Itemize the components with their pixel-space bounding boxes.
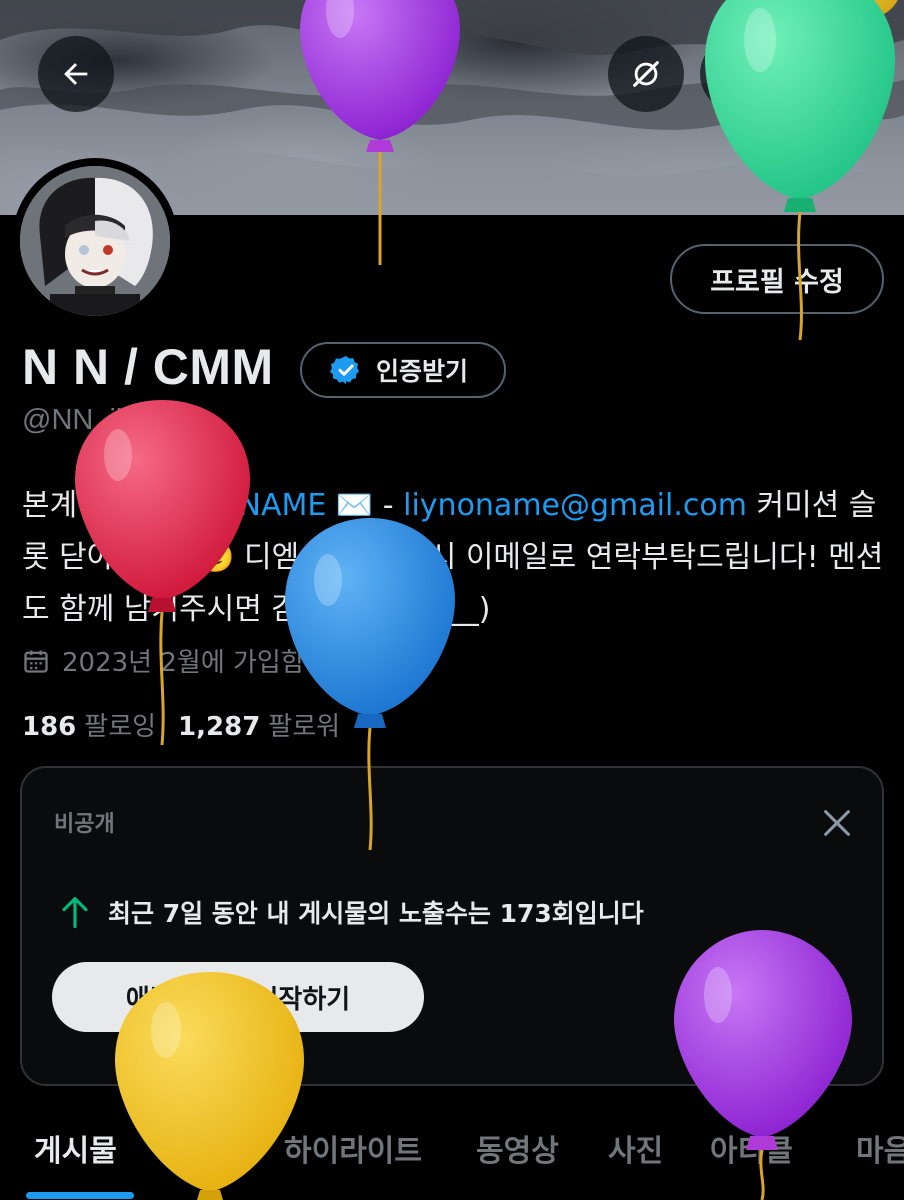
avatar-image xyxy=(20,166,170,316)
followers-link[interactable]: 1,287 팔로워 xyxy=(178,706,340,743)
tab-replies[interactable]: 답글 xyxy=(182,1126,237,1170)
search-icon xyxy=(725,61,753,89)
tab-likes[interactable]: 마음 xyxy=(856,1126,904,1170)
analytics-card: 비공개 최근 7일 동안 내 게시물의 노출수는 173회입니다 애널리틱스 시… xyxy=(20,766,884,1086)
grok-icon xyxy=(633,61,659,87)
active-tab-indicator xyxy=(26,1192,134,1199)
start-analytics-button[interactable]: 애널리틱스 시작하기 xyxy=(52,962,424,1032)
impressions-text: 최근 7일 동안 내 게시물의 노출수는 173회입니다 xyxy=(108,899,644,928)
username-handle: @NN_iiii xyxy=(22,404,136,436)
avatar[interactable] xyxy=(12,158,178,324)
verified-badge-icon xyxy=(330,356,359,384)
get-verified-button[interactable]: 인증받기 xyxy=(300,342,506,398)
tab-posts[interactable]: 게시물 xyxy=(34,1126,117,1170)
arrow-up-icon xyxy=(62,897,88,929)
bio-mention-link[interactable]: @NN_N0NAME xyxy=(107,488,326,523)
share-button[interactable] xyxy=(792,36,868,112)
profile-bio: 본계 - @NN_N0NAME ✉️ - liynoname@gmail.com… xyxy=(22,480,892,636)
join-date: 2023년 2월에 가입함 xyxy=(22,642,305,679)
share-icon xyxy=(817,59,843,87)
impressions-stat: 최근 7일 동안 내 게시물의 노출수는 173회입니다 xyxy=(60,894,644,930)
follow-stats: 186 팔로잉 1,287 팔로워 xyxy=(22,706,340,743)
arrow-left-icon xyxy=(64,63,88,85)
tab-photos[interactable]: 사진 xyxy=(608,1126,663,1170)
card-title: 비공개 xyxy=(54,812,115,837)
tab-videos[interactable]: 동영상 xyxy=(476,1126,559,1170)
bio-email-link[interactable]: liynoname@gmail.com xyxy=(403,488,747,523)
close-icon[interactable] xyxy=(820,806,854,840)
following-link[interactable]: 186 팔로잉 xyxy=(22,706,156,743)
bio-text: ✉️ - xyxy=(326,488,404,523)
profile-tabs: 게시물 답글 하이라이트 동영상 사진 아티클 마음 xyxy=(0,1112,904,1200)
join-date-text: 2023년 2월에 가입함 xyxy=(62,648,305,678)
tab-highlights[interactable]: 하이라이트 xyxy=(284,1126,422,1170)
back-button[interactable] xyxy=(38,36,114,112)
edit-profile-button[interactable]: 프로필 수정 xyxy=(670,244,884,314)
display-name: N N / CMM xyxy=(22,339,274,395)
bio-text: 본계 - xyxy=(22,488,108,523)
get-verified-label: 인증받기 xyxy=(376,357,469,386)
search-button[interactable] xyxy=(700,36,776,112)
tab-articles[interactable]: 아티클 xyxy=(710,1126,793,1170)
grok-button[interactable] xyxy=(608,36,684,112)
calendar-icon xyxy=(24,650,48,673)
